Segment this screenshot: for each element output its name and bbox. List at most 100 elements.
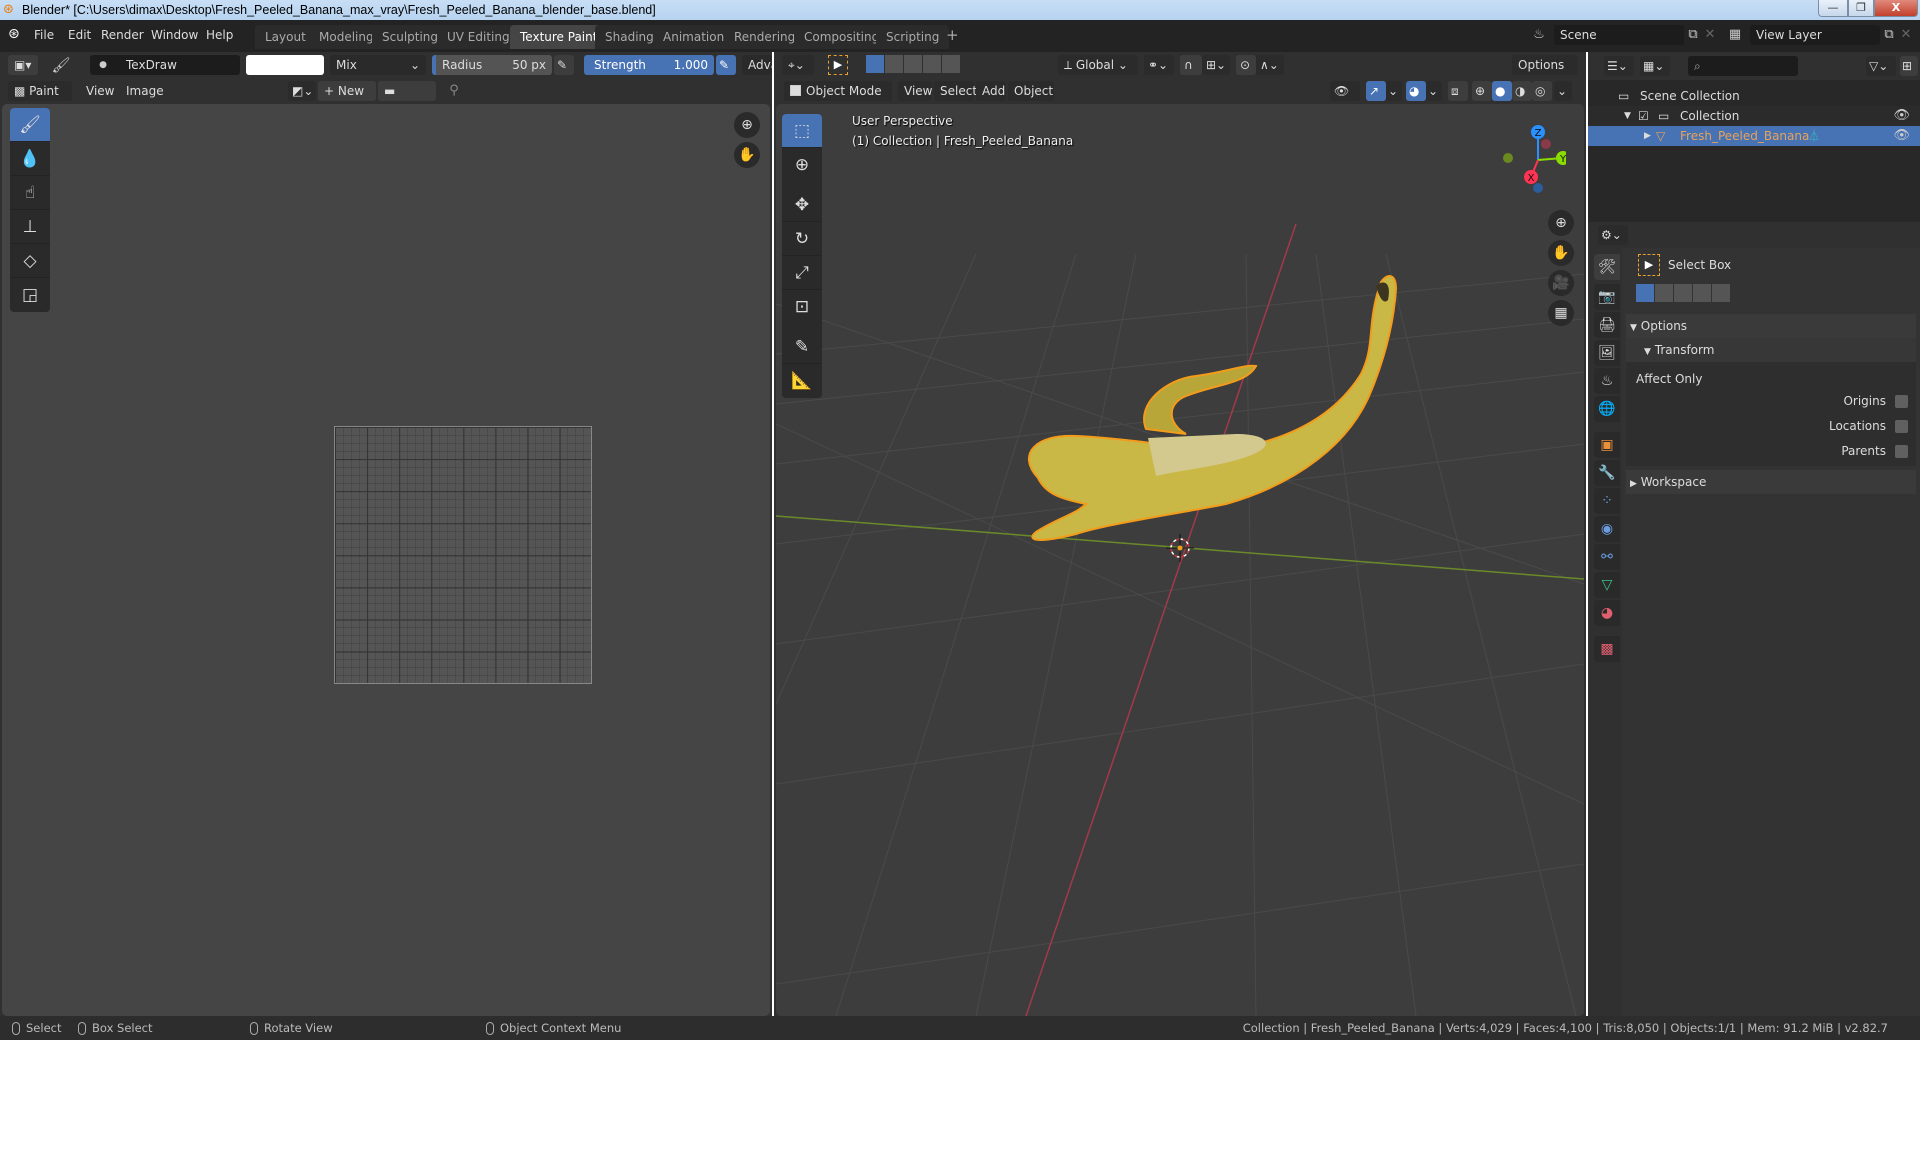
select-invert-icon[interactable] bbox=[1693, 284, 1711, 302]
select-extend-icon[interactable] bbox=[1655, 284, 1673, 302]
pan-hand-icon[interactable]: ✋ bbox=[734, 142, 760, 168]
proportional-edit-icon[interactable]: ⊙ bbox=[1236, 55, 1256, 75]
expand-arrow-icon[interactable]: ▶ bbox=[1644, 126, 1651, 146]
perspective-toggle-icon[interactable]: ▦ bbox=[1548, 300, 1574, 326]
strength-pressure-icon[interactable]: ✎ bbox=[716, 55, 736, 75]
expand-arrow-icon[interactable]: ▼ bbox=[1624, 106, 1631, 126]
soften-tool[interactable]: 💧 bbox=[10, 142, 50, 176]
tab-world-icon[interactable]: 🌐 bbox=[1594, 396, 1620, 422]
tab-active-tool-icon[interactable]: 🛠 bbox=[1594, 254, 1620, 280]
advanced-dropdown[interactable]: Adva bbox=[742, 55, 772, 75]
origins-checkbox[interactable] bbox=[1895, 395, 1908, 408]
filter-icon[interactable]: ▽⌄ bbox=[1866, 56, 1896, 76]
3d-viewport[interactable]: ⬚ ⊕ ✥ ↻ ⤢ ⊡ ✎ 📐 User Perspective (1) Col… bbox=[776, 104, 1584, 1016]
overlay-dropdown-icon[interactable]: ⌄ bbox=[1426, 81, 1442, 101]
viewport-menu-object[interactable]: Object bbox=[1008, 81, 1054, 101]
measure-tool[interactable]: 📐 bbox=[782, 364, 822, 398]
rotate-tool[interactable]: ↻ bbox=[782, 222, 822, 256]
viewport-menu-add[interactable]: Add bbox=[976, 81, 1006, 101]
select-extend-icon[interactable] bbox=[885, 55, 903, 73]
transform-subpanel-header[interactable]: ▼ Transform bbox=[1626, 338, 1916, 362]
tab-texture-icon[interactable]: ▩ bbox=[1594, 636, 1620, 662]
image-editor-canvas[interactable]: 🖌 💧 ☝ ⊥ ◇ ◲ ⊕ ✋ bbox=[2, 104, 770, 1016]
tab-animation[interactable]: Animation bbox=[653, 25, 735, 49]
tab-material-icon[interactable]: ◕ bbox=[1594, 600, 1620, 626]
tab-output-icon[interactable]: 🖨 bbox=[1594, 312, 1620, 338]
view-layer-icon[interactable]: ▦ bbox=[1722, 25, 1748, 45]
tab-data-icon[interactable]: ▽ bbox=[1594, 572, 1620, 598]
new-view-layer-icon[interactable]: ⧉ bbox=[1880, 25, 1898, 45]
menu-window[interactable]: Window bbox=[151, 28, 198, 42]
wireframe-shading-icon[interactable]: ⊕ bbox=[1472, 81, 1492, 101]
menu-edit[interactable]: Edit bbox=[68, 28, 91, 42]
display-mode-icon[interactable]: ▦⌄ bbox=[1640, 56, 1670, 76]
delete-scene-icon[interactable]: ✕ bbox=[1702, 25, 1718, 45]
scale-tool[interactable]: ⤢ bbox=[782, 256, 822, 290]
viewport-pan-icon[interactable]: ✋ bbox=[1548, 240, 1574, 266]
tab-uv-editing[interactable]: UV Editing bbox=[437, 25, 520, 49]
tab-particles-icon[interactable]: ⁘ bbox=[1594, 488, 1620, 514]
viewport-menu-view[interactable]: View bbox=[898, 81, 932, 101]
xray-toggle-icon[interactable]: ⧈ bbox=[1448, 81, 1468, 101]
snap-magnet-icon[interactable]: ∩ bbox=[1180, 55, 1202, 75]
maximize-button[interactable]: ❐ bbox=[1848, 0, 1874, 17]
select-subtract-icon[interactable] bbox=[904, 55, 922, 73]
camera-view-icon[interactable]: 🎥 bbox=[1548, 270, 1574, 296]
workspace-panel-header[interactable]: ▶ Workspace bbox=[1626, 470, 1916, 494]
locations-checkbox[interactable] bbox=[1895, 420, 1908, 433]
select-intersect-icon[interactable] bbox=[942, 55, 960, 73]
visibility-icon[interactable]: 👁⌄ bbox=[1330, 81, 1360, 118]
tab-object-icon[interactable]: ▣ bbox=[1594, 432, 1620, 458]
gizmo-dropdown-icon[interactable]: ⌄ bbox=[1386, 81, 1402, 101]
menu-file[interactable]: File bbox=[34, 28, 54, 42]
viewport-menu-select[interactable]: Select bbox=[934, 81, 977, 101]
options-dropdown[interactable]: Options ⌄ bbox=[1512, 55, 1578, 92]
view-layer-field[interactable]: View Layer bbox=[1750, 25, 1880, 45]
tab-scripting[interactable]: Scripting bbox=[876, 25, 950, 49]
eye-icon[interactable]: 👁 bbox=[1893, 106, 1910, 126]
move-tool[interactable]: ✥ bbox=[782, 188, 822, 222]
cursor-tool[interactable]: ⊕ bbox=[782, 148, 822, 182]
annotate-tool[interactable]: ✎ bbox=[782, 330, 822, 364]
select-new-icon[interactable] bbox=[866, 55, 884, 73]
eye-icon[interactable]: 👁 bbox=[1893, 126, 1910, 146]
tab-layout[interactable]: Layout bbox=[255, 25, 316, 49]
tab-scene-icon[interactable]: ♨ bbox=[1594, 368, 1620, 394]
new-image-button[interactable]: + New bbox=[318, 81, 376, 101]
tab-texture-paint[interactable]: Texture Paint bbox=[510, 25, 608, 49]
select-box-tool[interactable]: ⬚ bbox=[782, 114, 822, 148]
outliner-collection[interactable]: ▼ ☑ ▭ Collection 👁 bbox=[1588, 106, 1920, 126]
strength-slider[interactable]: Strength 1.000 bbox=[584, 55, 714, 75]
rendered-shading-icon[interactable]: ◎ bbox=[1532, 81, 1552, 101]
paint-mode-dropdown[interactable]: ▩ Paint ⌄ bbox=[8, 81, 72, 118]
transform-orientation-dropdown[interactable]: ⟂ Global ⌄ bbox=[1058, 55, 1138, 75]
scene-name-field[interactable]: Scene bbox=[1554, 25, 1684, 45]
new-collection-icon[interactable]: ⊞ bbox=[1900, 56, 1918, 76]
menu-image[interactable]: Image bbox=[126, 84, 164, 98]
gizmo-toggle-icon[interactable]: ↗ bbox=[1366, 81, 1386, 101]
pin-icon[interactable]: ⚲ bbox=[444, 81, 464, 101]
tab-view-layer-icon[interactable]: 🖼 bbox=[1594, 340, 1620, 366]
select-new-icon[interactable] bbox=[1636, 284, 1654, 302]
blender-menu-icon[interactable]: ⊛ bbox=[8, 26, 20, 42]
close-button[interactable]: X bbox=[1874, 0, 1918, 17]
tab-constraints-icon[interactable]: ⚯ bbox=[1594, 544, 1620, 570]
outliner-scene-collection[interactable]: ▭ Scene Collection bbox=[1588, 86, 1920, 106]
viewport-zoom-icon[interactable]: ⊕ bbox=[1548, 210, 1574, 236]
outliner-search-input[interactable]: ⌕ bbox=[1688, 56, 1798, 76]
scene-icon[interactable]: ♨ bbox=[1526, 25, 1552, 45]
new-scene-icon[interactable]: ⧉ bbox=[1684, 25, 1702, 45]
brush-color-swatch[interactable] bbox=[246, 55, 324, 75]
zoom-icon[interactable]: ⊕ bbox=[734, 112, 760, 138]
menu-view[interactable]: View bbox=[86, 84, 114, 98]
brush-name-field[interactable]: TexDraw bbox=[90, 55, 240, 75]
parents-checkbox[interactable] bbox=[1895, 445, 1908, 458]
navigation-gizmo[interactable]: Z Y X bbox=[1476, 112, 1566, 202]
minimize-button[interactable]: — bbox=[1818, 0, 1848, 17]
fill-tool[interactable]: ◇ bbox=[10, 244, 50, 278]
draw-brush-tool[interactable]: 🖌 bbox=[10, 108, 50, 142]
tab-compositing[interactable]: Compositing bbox=[794, 25, 890, 49]
smear-tool[interactable]: ☝ bbox=[10, 176, 50, 210]
properties-type-icon[interactable]: ⚙⌄ bbox=[1598, 225, 1628, 245]
overlay-toggle-icon[interactable]: ◕ bbox=[1406, 81, 1426, 101]
